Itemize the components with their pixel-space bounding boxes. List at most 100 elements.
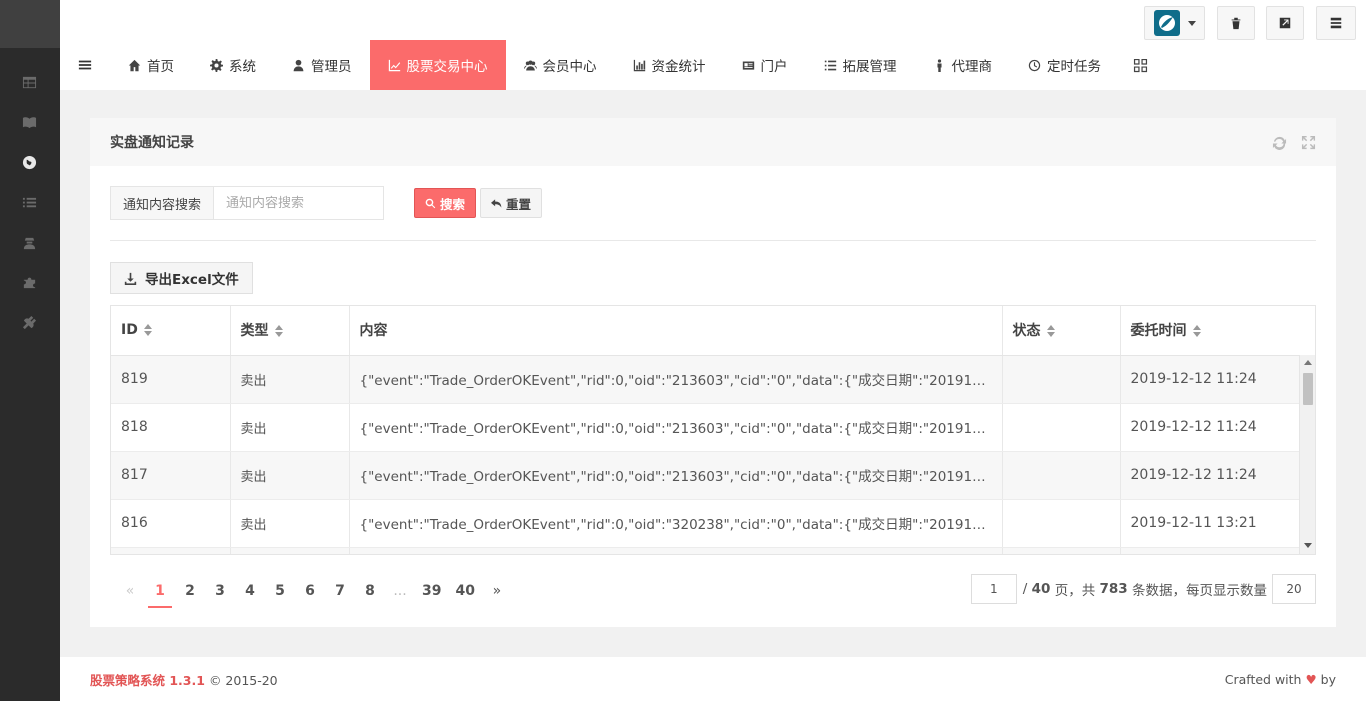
book-icon[interactable] [20, 113, 38, 131]
cell-time: 2019-12-11 13:21 [1120, 499, 1300, 548]
control-panel-button[interactable] [1316, 6, 1356, 40]
cell-content: {"event":"Trade_OrderOKEvent","rid":0,"o… [349, 451, 1003, 500]
page-link[interactable]: 2 [178, 574, 202, 608]
page-link[interactable]: 8 [358, 574, 382, 608]
page-prev[interactable]: « [118, 574, 142, 608]
cell-type: 卖出 [230, 499, 350, 548]
list-icon[interactable] [20, 193, 38, 211]
nav-agents[interactable]: 代理商 [915, 40, 1011, 90]
column-header-time[interactable]: 委托时间 [1120, 306, 1300, 356]
page-ellipsis: ... [393, 583, 407, 599]
sidebar [0, 0, 60, 701]
column-header-type[interactable]: 类型 [230, 306, 350, 356]
sort-icon[interactable] [1192, 325, 1201, 338]
nav-scheduled-tasks[interactable]: 定时任务 [1010, 40, 1119, 90]
page-link[interactable]: 39 [418, 574, 445, 608]
male-icon [936, 58, 942, 72]
table-icon[interactable] [20, 73, 38, 91]
cell-content: {"event":"Trade_OrderOKEvent","rid":0,"o… [349, 403, 1003, 452]
plug-icon[interactable] [20, 313, 38, 331]
nav-portal[interactable]: 门户 [724, 40, 806, 90]
search-button[interactable]: 搜索 [414, 188, 477, 218]
reset-button[interactable]: 重置 [480, 188, 543, 218]
cell-content [349, 547, 1003, 554]
nav-stock-trading[interactable]: 股票交易中心 [369, 40, 506, 90]
search-bar: 通知内容搜索 搜索 重置 [110, 186, 543, 220]
scrollbar-thumb[interactable] [1303, 373, 1313, 405]
sort-icon[interactable] [1046, 325, 1055, 338]
user-icon [293, 59, 304, 71]
pagination-info: / 40 页，共 783 条数据，每页显示数量 [970, 574, 1316, 604]
search-label: 通知内容搜索 [110, 186, 215, 220]
menu-toggle-button[interactable] [60, 40, 110, 90]
table-scrollbar[interactable] [1299, 355, 1315, 554]
sort-icon[interactable] [143, 324, 152, 337]
clear-cache-button[interactable] [1217, 6, 1255, 40]
table-header-row: ID 类型 内容 状态 委托时间 [111, 306, 1300, 356]
nav-system[interactable]: 系统 [192, 40, 274, 90]
nav-more-apps[interactable] [1119, 40, 1162, 90]
user-avatar-dropdown[interactable] [1144, 6, 1205, 40]
fullscreen-icon[interactable] [1301, 135, 1316, 150]
export-excel-button[interactable]: 导出Excel文件 [110, 262, 253, 294]
page-link[interactable]: 40 [451, 574, 478, 608]
globe-icon[interactable] [20, 153, 38, 171]
footer-brand-link[interactable]: 股票策略系统 1.3.1 [90, 673, 205, 688]
newspaper-icon [742, 60, 754, 70]
cell-time: 2019-12-12 11:24 [1120, 451, 1300, 500]
nav-admin[interactable]: 管理员 [274, 40, 370, 90]
refresh-icon[interactable] [1272, 135, 1287, 150]
nav-home[interactable]: 首页 [110, 40, 192, 90]
cell-status [1002, 451, 1121, 500]
nav-funds[interactable]: 资金统计 [615, 40, 724, 90]
page-link[interactable]: 4 [238, 574, 262, 608]
reset-button-label: 重置 [506, 196, 532, 212]
pagination: « 1 2 3 4 5 6 7 8 ... 39 40 » [118, 574, 515, 608]
menu-list-icon [1330, 17, 1342, 29]
cell-time [1120, 547, 1300, 554]
nav-label: 门户 [760, 59, 788, 75]
column-header-status[interactable]: 状态 [1002, 306, 1121, 356]
sort-icon[interactable] [274, 325, 283, 338]
page-link[interactable]: 3 [208, 574, 232, 608]
heart-icon: ♥ [1305, 671, 1317, 687]
current-page-input[interactable] [970, 574, 1017, 604]
gear-icon [210, 58, 223, 72]
nav-members[interactable]: 会员中心 [506, 40, 615, 90]
panel-header: 实盘通知记录 [90, 118, 1336, 166]
cell-type: 卖出 [230, 451, 350, 500]
trash-icon [1231, 17, 1241, 30]
export-button-label: 导出Excel文件 [145, 272, 239, 288]
column-header-id[interactable]: ID [111, 306, 231, 356]
page-link[interactable]: 6 [298, 574, 322, 608]
table-row[interactable]: 817 卖出 {"event":"Trade_OrderOKEvent","ri… [111, 451, 1300, 500]
page-link[interactable]: 5 [268, 574, 292, 608]
table-row[interactable]: 818 卖出 {"event":"Trade_OrderOKEvent","ri… [111, 403, 1300, 452]
cell-content: {"event":"Trade_OrderOKEvent","rid":0,"o… [349, 355, 1003, 404]
cell-status [1002, 547, 1121, 554]
page-next[interactable]: » [485, 574, 509, 608]
page-link[interactable]: 1 [148, 574, 172, 608]
line-chart-icon [388, 59, 400, 71]
search-input[interactable] [214, 186, 385, 220]
footer-left: 股票策略系统 1.3.1 © 2015-20 [90, 670, 278, 689]
scroll-up-icon[interactable] [1304, 360, 1312, 365]
panel-tools [1272, 135, 1316, 150]
per-page-input[interactable] [1272, 574, 1316, 604]
total-records: 783 [1099, 581, 1128, 597]
nav-label: 系统 [229, 59, 256, 75]
puzzle-icon[interactable] [20, 273, 38, 291]
page-link[interactable]: 7 [328, 574, 352, 608]
cell-status [1002, 499, 1121, 548]
scroll-down-icon[interactable] [1304, 543, 1312, 548]
table-row[interactable]: 816 卖出 {"event":"Trade_OrderOKEvent","ri… [111, 499, 1300, 548]
open-frontend-button[interactable] [1266, 6, 1304, 40]
nav-extensions[interactable]: 拓展管理 [806, 40, 915, 90]
cell-type [230, 547, 350, 554]
notification-records-panel: 实盘通知记录 通知内容搜索 搜索 重置 导出Excel文件 [90, 118, 1336, 627]
cell-type: 卖出 [230, 355, 350, 404]
table-row[interactable] [111, 547, 1300, 554]
table-row[interactable]: 819 卖出 {"event":"Trade_OrderOKEvent","ri… [111, 355, 1300, 404]
user-secret-icon[interactable] [20, 233, 38, 251]
column-header-content: 内容 [349, 306, 1003, 356]
